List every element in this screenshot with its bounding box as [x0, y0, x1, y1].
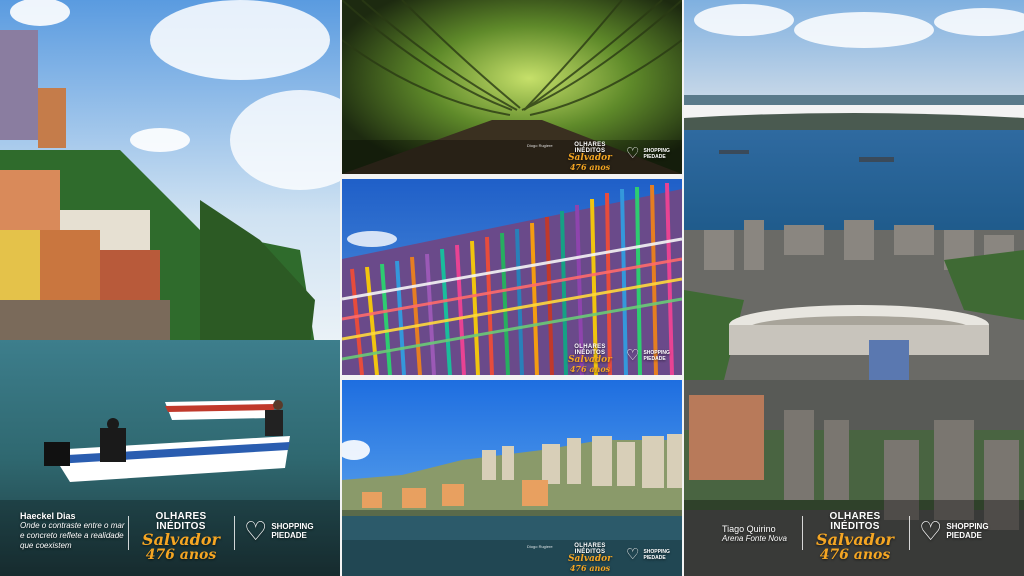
photo-panel-right: Tiago Quirino Arena Fonte Nova OLHARES I…	[684, 0, 1024, 576]
brand-line: PIEDADE	[643, 355, 666, 362]
heart-logo-icon: ♡	[626, 145, 640, 162]
brand-line: SHOPPING	[271, 522, 314, 531]
divider	[909, 516, 910, 550]
divider	[128, 516, 129, 550]
logo-line: 476 anos	[569, 563, 611, 573]
brand-line: SHOPPING	[643, 349, 670, 356]
logo-line: Salvador	[142, 530, 220, 549]
coastal-village-photo	[0, 0, 340, 576]
brand-line: SHOPPING	[643, 548, 670, 555]
aerial-city-stadium-photo	[684, 0, 1024, 576]
brand-line: PIEDADE	[946, 531, 982, 540]
shopping-piedade-logo: ♡ SHOPPING PIEDADE	[244, 518, 314, 544]
photo-credit: Tiago Quirino Arena Fonte Nova	[722, 524, 822, 544]
brand-line: SHOPPING	[946, 522, 989, 531]
brand-line: SHOPPING	[643, 147, 670, 154]
heart-logo-icon: ♡	[626, 546, 640, 563]
caption-line: Onde o contraste entre o mar	[20, 521, 125, 530]
photo-panel-left: Haeckel Dias Onde o contraste entre o ma…	[0, 0, 340, 576]
shopping-piedade-logo: ♡ SHOPPING PIEDADE	[626, 146, 670, 161]
brand-line: PIEDADE	[271, 531, 307, 540]
olhares-ineditos-logo: OLHARES INÉDITOS Salvador 476 anos	[810, 512, 900, 563]
logo-line: 476 anos	[819, 547, 891, 563]
olhares-ineditos-logo: OLHARES INÉDITOS Salvador 476 anos	[564, 543, 616, 572]
photo-credit: Diogo Rugiere	[527, 143, 553, 148]
photo-credit: Haeckel Dias Onde o contraste entre o ma…	[20, 511, 130, 551]
caption-line: Arena Fonte Nova	[722, 534, 787, 543]
olhares-ineditos-logo: OLHARES INÉDITOS Salvador 476 anos	[564, 344, 616, 373]
photographer-name: Haeckel Dias	[20, 511, 76, 521]
caption-line: que coexistem	[20, 541, 72, 550]
photo-panel-middle-top: Diogo Rugiere OLHARES INÉDITOS Salvador …	[342, 0, 682, 174]
logo-line: Salvador	[816, 530, 894, 549]
photo-panel-middle-mid: OLHARES INÉDITOS Salvador 476 anos ♡ SHO…	[342, 179, 682, 375]
shopping-piedade-logo: ♡ SHOPPING PIEDADE	[626, 348, 670, 363]
heart-logo-icon: ♡	[244, 516, 268, 546]
photo-credit: Diogo Rugiere	[527, 544, 553, 549]
caption-line: e concreto reflete a realidade	[20, 531, 124, 540]
olhares-ineditos-logo: OLHARES INÉDITOS Salvador 476 anos	[564, 142, 616, 171]
olhares-ineditos-logo: OLHARES INÉDITOS Salvador 476 anos	[136, 512, 226, 563]
logo-line: 476 anos	[569, 162, 611, 172]
logo-line: 476 anos	[569, 364, 611, 374]
shopping-piedade-logo: ♡ SHOPPING PIEDADE	[919, 518, 989, 544]
logo-line: 476 anos	[145, 547, 217, 563]
brand-line: PIEDADE	[643, 554, 666, 561]
shopping-piedade-logo: ♡ SHOPPING PIEDADE	[626, 547, 670, 562]
heart-logo-icon: ♡	[626, 347, 640, 364]
brand-line: PIEDADE	[643, 153, 666, 160]
heart-logo-icon: ♡	[919, 516, 943, 546]
divider	[234, 516, 235, 550]
photographer-name: Tiago Quirino	[722, 524, 776, 534]
ribbons-photo	[342, 179, 682, 375]
divider	[802, 516, 803, 550]
photo-panel-middle-bottom: Diogo Rugiere OLHARES INÉDITOS Salvador …	[342, 380, 682, 576]
